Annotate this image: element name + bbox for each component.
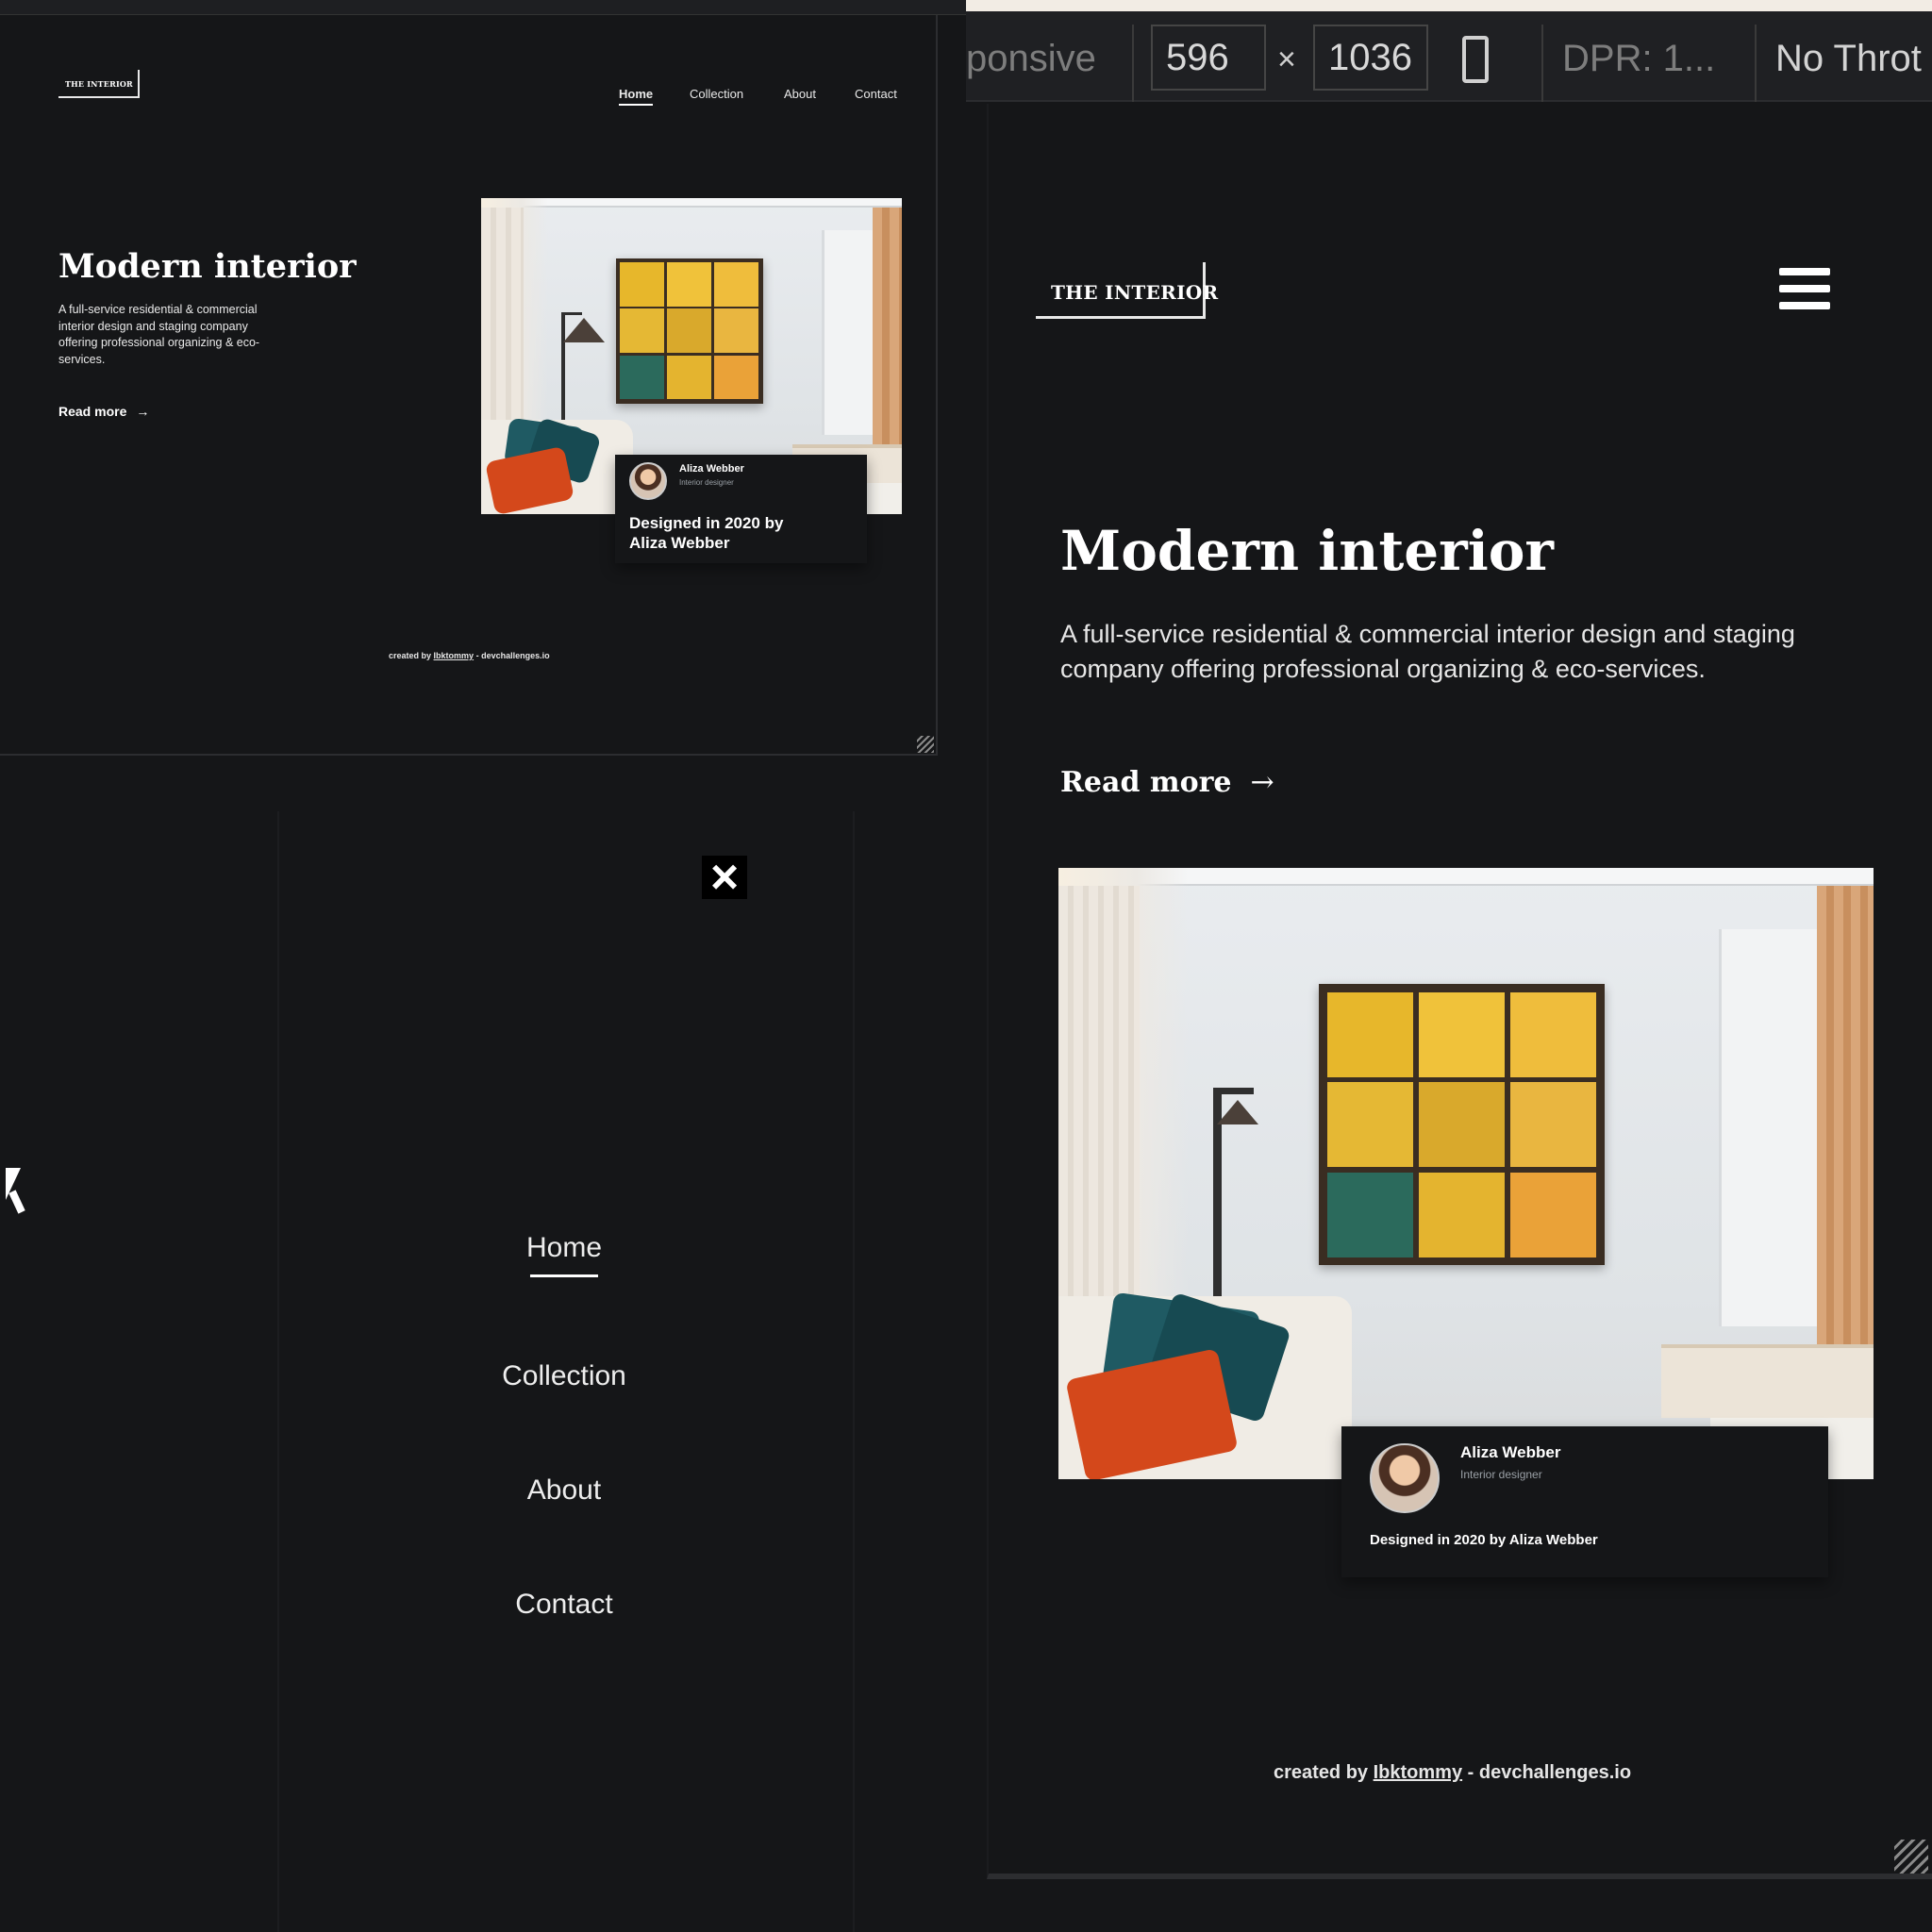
artwork-tile xyxy=(1419,1172,1506,1257)
artwork-tile xyxy=(714,355,759,400)
toolbar-divider xyxy=(1132,25,1134,102)
designer-name: Aliza Webber xyxy=(679,463,744,475)
browser-edge xyxy=(966,0,1932,11)
artwork-tile xyxy=(714,308,759,353)
nav-contact[interactable]: Contact xyxy=(855,87,897,101)
footer-author-link[interactable]: Ibktommy xyxy=(1374,1762,1462,1783)
designer-card: Aliza Webber Interior designer Designed … xyxy=(615,455,867,563)
artwork-tile xyxy=(667,308,712,353)
resize-handle[interactable] xyxy=(917,736,934,753)
avatar xyxy=(1370,1443,1440,1513)
artwork-tile xyxy=(620,308,665,353)
artwork-tile xyxy=(667,355,712,400)
width-input[interactable]: 596 xyxy=(1151,25,1266,91)
menu-item-contact[interactable]: Contact xyxy=(515,1589,612,1621)
avatar xyxy=(629,462,667,500)
rotate-device-icon[interactable] xyxy=(1462,36,1489,83)
read-more-label: Read more xyxy=(58,404,127,419)
resize-handle[interactable] xyxy=(1894,1840,1928,1874)
artwork-tile xyxy=(1327,991,1414,1077)
devtools-device-toolbar: ponsive 596 × 1036 DPR: 1... No Throt xyxy=(966,11,1932,102)
designer-role: Interior designer xyxy=(679,478,734,487)
hero-description-mobile: A full-service residential & commercial … xyxy=(1060,620,1795,683)
artwork-tile xyxy=(1327,1172,1414,1257)
artwork-tile xyxy=(1509,1172,1597,1257)
designer-name: Aliza Webber xyxy=(1460,1443,1561,1461)
designed-caption: Designed in 2020 by Aliza Webber xyxy=(1370,1532,1598,1548)
footer-author-link[interactable]: Ibktommy xyxy=(434,651,475,660)
designer-card-mobile: Aliza Webber Interior designer Designed … xyxy=(1341,1426,1828,1577)
footer-suffix: - devchallenges.io xyxy=(1467,1762,1632,1783)
designer-role: Interior designer xyxy=(1460,1468,1542,1481)
artwork-tile xyxy=(1327,1082,1414,1168)
height-input[interactable]: 1036 xyxy=(1313,25,1428,91)
hero-description: A full-service residential & commercial … xyxy=(58,303,260,366)
footer-prefix: created by xyxy=(389,651,432,660)
read-more-label: Read more xyxy=(1060,766,1232,799)
wall-artwork xyxy=(1319,984,1605,1266)
artwork-tile xyxy=(1509,991,1597,1077)
devtools-toolbar-clipped xyxy=(0,0,966,15)
read-more-link[interactable]: Read more → xyxy=(58,404,149,419)
mouse-cursor-tail xyxy=(8,1190,25,1214)
nav-about[interactable]: About xyxy=(784,87,816,101)
menu-item-home[interactable]: Home xyxy=(526,1232,602,1277)
hero-image-mobile xyxy=(1058,868,1874,1479)
artwork-tile xyxy=(620,262,665,307)
menu-item-about[interactable]: About xyxy=(527,1474,601,1507)
toolbar-divider xyxy=(1755,25,1757,102)
times-icon: × xyxy=(1277,42,1296,77)
toolbar-divider xyxy=(1541,25,1543,102)
artwork-tile xyxy=(1419,1082,1506,1168)
designed-caption: Designed in 2020 by Aliza Webber xyxy=(629,514,784,552)
nav-collection[interactable]: Collection xyxy=(690,87,743,101)
artwork-tile xyxy=(1419,991,1506,1077)
artwork-tile xyxy=(714,262,759,307)
arrow-right-icon: → xyxy=(1250,766,1274,799)
site-logo[interactable]: THE INTERIOR xyxy=(58,70,140,98)
footer-credit: created by Ibktommy - devchallenges.io xyxy=(389,651,550,660)
site-logo-mobile[interactable]: THE INTERIOR xyxy=(1036,262,1218,319)
hamburger-menu-icon[interactable] xyxy=(1779,268,1830,311)
hero-title-mobile: Modern interior xyxy=(1060,519,1554,583)
close-icon[interactable]: × xyxy=(702,853,747,902)
nav-home[interactable]: Home xyxy=(619,87,654,106)
menu-item-collection[interactable]: Collection xyxy=(502,1360,626,1392)
wall-artwork xyxy=(615,258,763,404)
throttle-select[interactable]: No Throt xyxy=(1775,38,1922,80)
footer-credit-mobile: created by Ibktommy - devchallenges.io xyxy=(1274,1762,1631,1784)
arrow-right-icon: → xyxy=(136,404,150,419)
hero-title: Modern interior xyxy=(58,247,357,286)
read-more-link-mobile[interactable]: Read more → xyxy=(1060,766,1274,799)
artwork-tile xyxy=(1509,1082,1597,1168)
desktop-preview: THE INTERIOR Home Collection About Conta… xyxy=(0,0,966,756)
artwork-tile xyxy=(620,355,665,400)
footer-prefix: created by xyxy=(1274,1762,1369,1783)
device-select[interactable]: ponsive xyxy=(966,38,1096,80)
dpr-select[interactable]: DPR: 1... xyxy=(1562,38,1715,80)
footer-suffix: - devchallenges.io xyxy=(475,651,550,660)
artwork-tile xyxy=(667,262,712,307)
